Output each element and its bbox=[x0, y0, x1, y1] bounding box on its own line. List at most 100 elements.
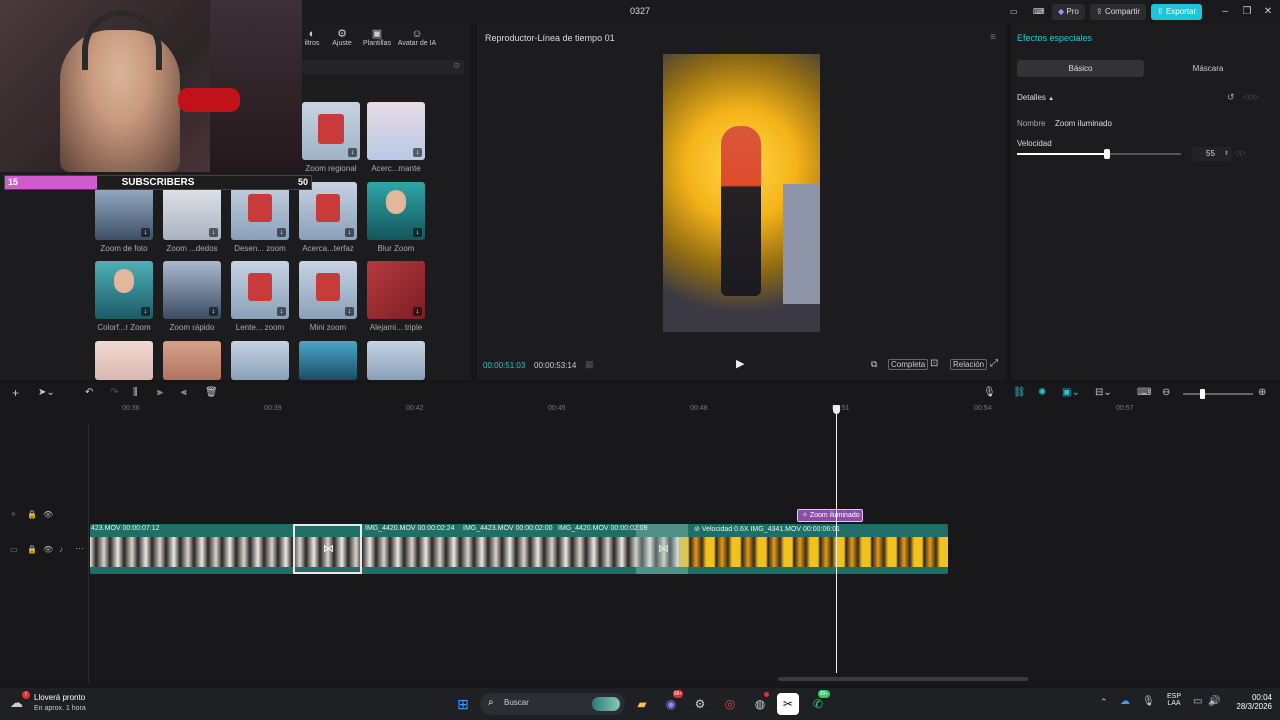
capcut-icon[interactable]: ✂ bbox=[777, 693, 799, 715]
fullscreen-icon[interactable]: ⤢ bbox=[990, 358, 998, 369]
add-icon[interactable]: + bbox=[12, 386, 19, 400]
search-field[interactable]: ⊙ bbox=[302, 60, 464, 74]
split-right-icon[interactable]: ⫷ bbox=[181, 387, 187, 398]
preview-icon[interactable]: ⌨ bbox=[1137, 387, 1151, 398]
effect-tile[interactable]: ↓ bbox=[299, 261, 357, 319]
language-indicator[interactable]: ESP LAA bbox=[1166, 693, 1182, 707]
undo-icon[interactable]: ↶ bbox=[85, 387, 93, 398]
tool-templates[interactable]: ▣ Plantillas bbox=[360, 28, 394, 47]
keyframe-icon[interactable]: ◇▷ bbox=[1235, 149, 1246, 157]
start-icon[interactable]: ⊞ bbox=[452, 693, 474, 715]
timeline-scrollbar[interactable] bbox=[778, 677, 1028, 681]
layout-icon[interactable]: ▭ bbox=[1004, 4, 1024, 20]
tool-adjust[interactable]: ⚙ Ajuste bbox=[328, 28, 356, 47]
tab-basic[interactable]: Básico bbox=[1017, 60, 1144, 77]
select-tool-icon[interactable]: ➤⌄ bbox=[38, 387, 55, 398]
snapshot-icon[interactable]: ⊡ bbox=[930, 358, 938, 369]
playhead[interactable] bbox=[836, 405, 837, 673]
tab-mask[interactable]: Máscara bbox=[1144, 60, 1272, 77]
audio-icon[interactable]: ♪ bbox=[59, 545, 63, 554]
lock-icon[interactable]: 🔒 bbox=[27, 545, 37, 554]
redo-icon[interactable]: ↷ bbox=[110, 387, 118, 398]
zoom-slider[interactable] bbox=[1183, 389, 1253, 399]
download-icon[interactable]: ↓ bbox=[209, 307, 218, 316]
microphone-icon[interactable]: 🎙 bbox=[983, 387, 996, 398]
ratio-button[interactable]: Relación bbox=[950, 359, 988, 370]
weather-title[interactable]: Lloverá pronto bbox=[34, 693, 85, 702]
effect-tile[interactable] bbox=[231, 341, 289, 380]
volume-icon[interactable]: 🔊 bbox=[1208, 696, 1220, 707]
effect-clip[interactable]: ✧ Zoom iluminado bbox=[797, 509, 863, 522]
minimize-icon[interactable]: – bbox=[1215, 4, 1235, 20]
link-icon[interactable]: ⛓ bbox=[1013, 387, 1026, 398]
download-icon[interactable]: ↓ bbox=[277, 228, 286, 237]
file-explorer-icon[interactable]: ▰ bbox=[631, 693, 653, 715]
playhead-handle[interactable] bbox=[833, 405, 840, 414]
delete-icon[interactable]: 🗑 bbox=[205, 387, 218, 398]
download-icon[interactable]: ↓ bbox=[277, 307, 286, 316]
tool-filters[interactable]: ◐ iltros bbox=[302, 28, 322, 47]
complete-button[interactable]: Completa bbox=[888, 359, 929, 370]
tray-chevron-icon[interactable]: ⌃ bbox=[1100, 697, 1108, 708]
effect-tile[interactable] bbox=[95, 341, 153, 380]
reset-icon[interactable]: ↺ bbox=[1227, 92, 1235, 103]
transition-icon[interactable]: ⋈ bbox=[323, 542, 334, 555]
zoom-handle[interactable] bbox=[1200, 389, 1205, 399]
split-icon[interactable]: ⫼ bbox=[133, 387, 138, 398]
effect-tile[interactable] bbox=[163, 341, 221, 380]
split-left-icon[interactable]: ⫸ bbox=[157, 387, 163, 398]
share-button[interactable]: ⇪ Compartir bbox=[1090, 4, 1147, 20]
time-ruler[interactable]: 00:36 00:39 00:42 00:45 00:48 00:51 00:54 00:57 bbox=[0, 405, 1280, 419]
speed-handle[interactable] bbox=[1104, 149, 1111, 159]
snap-icon[interactable]: ▣⌄ bbox=[1062, 387, 1080, 398]
effect-tile[interactable]: ↓ bbox=[95, 261, 153, 319]
download-icon[interactable]: ↓ bbox=[348, 148, 357, 157]
download-icon[interactable]: ↓ bbox=[141, 228, 150, 237]
visibility-icon[interactable]: 👁 bbox=[43, 510, 53, 519]
details-heading[interactable]: Detalles ▲ bbox=[1017, 93, 1054, 102]
effect-tile[interactable]: ↓ bbox=[231, 261, 289, 319]
play-icon[interactable]: ▶ bbox=[736, 357, 744, 370]
effect-tile[interactable]: ↓ bbox=[367, 182, 425, 240]
download-icon[interactable]: ↓ bbox=[413, 228, 422, 237]
effect-tile[interactable]: ↓ bbox=[367, 261, 425, 319]
effect-tile[interactable]: ↓ bbox=[299, 182, 357, 240]
visibility-icon[interactable]: 👁 bbox=[43, 545, 53, 554]
download-icon[interactable]: ↓ bbox=[413, 148, 422, 157]
crop-icon[interactable]: ⧉ bbox=[871, 359, 877, 370]
download-icon[interactable]: ↓ bbox=[345, 228, 354, 237]
keyframe-icon[interactable]: ◁◇▷ bbox=[1243, 93, 1259, 101]
align-icon[interactable]: ⊟⌄ bbox=[1095, 387, 1112, 398]
download-icon[interactable]: ↓ bbox=[345, 307, 354, 316]
tool-ai-avatar[interactable]: ☺ Avatar de IA bbox=[396, 28, 438, 47]
download-icon[interactable]: ↓ bbox=[141, 307, 150, 316]
video-preview[interactable] bbox=[663, 54, 820, 332]
effect-tile[interactable] bbox=[299, 341, 357, 380]
network-icon[interactable]: ▭ bbox=[1193, 696, 1202, 707]
stepper-icon[interactable]: ⬍ bbox=[1224, 147, 1229, 161]
speed-slider[interactable] bbox=[1017, 149, 1181, 159]
effect-tile[interactable] bbox=[367, 341, 425, 380]
grid-icon[interactable]: ▦ bbox=[585, 359, 594, 370]
onedrive-icon[interactable]: ☁ bbox=[1120, 696, 1130, 707]
download-icon[interactable]: ↓ bbox=[209, 228, 218, 237]
shortcut-icon[interactable]: ⌨ bbox=[1027, 4, 1051, 20]
more-icon[interactable]: ⋯ bbox=[75, 543, 84, 554]
pro-button[interactable]: ◆ Pro bbox=[1052, 4, 1085, 20]
zoom-in-icon[interactable]: ⊕ bbox=[1258, 387, 1266, 398]
export-button[interactable]: ⇧ Exportar bbox=[1151, 4, 1203, 20]
restore-icon[interactable]: ❐ bbox=[1237, 4, 1257, 20]
close-icon[interactable]: ✕ bbox=[1258, 4, 1278, 20]
effect-tile[interactable]: ↓ bbox=[231, 182, 289, 240]
clock[interactable]: 00:04 28/3/2026 bbox=[1222, 693, 1272, 711]
magnet-icon[interactable]: ✺ bbox=[1038, 387, 1046, 398]
steam-icon[interactable]: ⚙ bbox=[689, 693, 711, 715]
menu-icon[interactable]: ≡ bbox=[990, 32, 996, 43]
effect-tile[interactable]: ↓ bbox=[163, 182, 221, 240]
search-bar[interactable]: ⌕ Buscar bbox=[480, 693, 625, 715]
download-icon[interactable]: ↓ bbox=[413, 307, 422, 316]
effect-tile[interactable]: ↓ bbox=[302, 102, 360, 160]
effect-tile[interactable]: ↓ bbox=[367, 102, 425, 160]
effect-tile[interactable]: ↓ bbox=[163, 261, 221, 319]
speed-input[interactable]: 55 ⬍ bbox=[1192, 147, 1232, 161]
